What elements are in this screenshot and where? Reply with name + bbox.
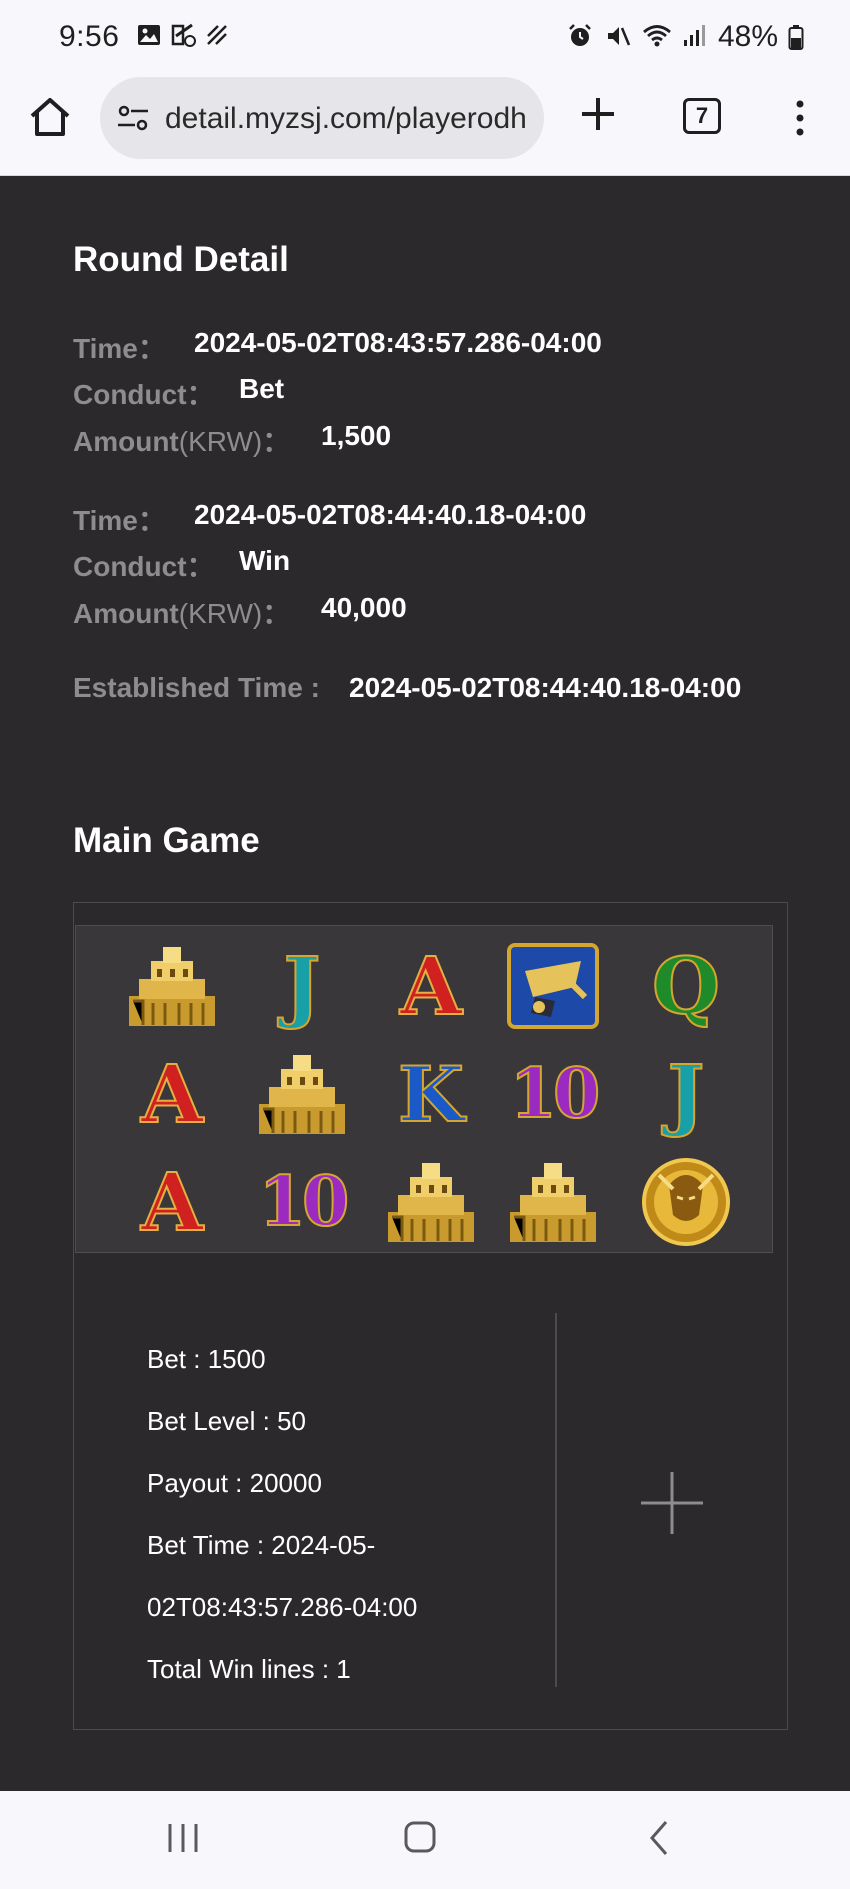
ten-symbol: 10 — [509, 1053, 602, 1135]
main-game-panel: J A Q A K 10 J A 10 Bet: 1500 Bet Level… — [73, 902, 788, 1730]
amount-unit: (KRW) — [178, 426, 263, 457]
total-win-lines-text: Total Win lines : 1 — [147, 1654, 351, 1684]
entry-2-conduct-row: Conduct： Win — [73, 545, 290, 585]
entry-2-amount-row: Amount(KRW)： 40,000 — [73, 592, 407, 632]
vertical-divider — [555, 1313, 557, 1687]
conduct-label: Conduct： — [73, 551, 215, 582]
site-settings-icon[interactable] — [116, 102, 150, 134]
k-symbol: K — [397, 1049, 465, 1140]
no-signal-icon — [204, 22, 230, 48]
new-tab-plus-icon[interactable] — [578, 94, 618, 134]
palace-symbol — [252, 1044, 352, 1144]
j-symbol: J — [283, 940, 322, 1033]
scatter-box-symbol — [503, 936, 603, 1036]
entry-1-amount-row: Amount(KRW)： 1,500 — [73, 420, 391, 460]
established-time-row: Established Time : 2024-05-02T08:44:40.1… — [73, 672, 741, 704]
time-label: Time： — [73, 505, 166, 536]
status-bar: 9:56 48% — [0, 0, 850, 72]
bet-time-text: Bet Time : 2024-05- — [147, 1530, 376, 1560]
url-text[interactable]: detail.myzsj.com/playerodh — [165, 102, 540, 136]
address-bar[interactable]: detail.myzsj.com/playerodh — [100, 77, 544, 159]
missed-call-icon — [170, 22, 196, 48]
conduct-label: Conduct： — [73, 379, 215, 410]
conduct-value: Bet — [239, 373, 285, 404]
palace-symbol — [122, 936, 222, 1036]
a-symbol: A — [140, 1154, 204, 1250]
bet-level-text: Bet Level : 50 — [147, 1406, 306, 1436]
q-symbol: Q — [651, 940, 721, 1033]
battery-icon — [788, 23, 804, 51]
conduct-value: Win — [239, 545, 291, 576]
entry-2-time-row: Time： 2024-05-02T08:44:40.18-04:00 — [73, 499, 586, 539]
tab-switcher-button[interactable]: 7 — [683, 98, 721, 134]
established-time-label: Established Time : — [73, 672, 320, 703]
more-menu-icon[interactable] — [790, 98, 810, 138]
a-symbol: A — [399, 938, 463, 1034]
entry-1-conduct-row: Conduct： Bet — [73, 373, 284, 413]
expand-plus-icon[interactable] — [639, 1470, 705, 1536]
gallery-icon — [136, 22, 162, 48]
system-nav-bar — [0, 1791, 850, 1889]
status-time: 9:56 — [59, 20, 120, 53]
amount-value: 40,000 — [321, 592, 407, 623]
ten-symbol: 10 — [258, 1161, 351, 1243]
amount-colon: ： — [262, 598, 291, 629]
time-value: 2024-05-02T08:43:57.286-04:00 — [194, 327, 602, 358]
signal-icon — [680, 23, 708, 51]
page-content: Round Detail Time： 2024-05-02T08:43:57.2… — [0, 177, 850, 1790]
bet-time-text-continued: 02T08:43:57.286-04:00 — [147, 1592, 418, 1622]
alarm-icon — [566, 23, 594, 51]
mute-icon — [604, 23, 632, 51]
amount-label: Amount — [73, 426, 179, 457]
main-game-title: Main Game — [73, 821, 260, 860]
round-detail-title: Round Detail — [73, 240, 289, 279]
entry-1-time-row: Time： 2024-05-02T08:43:57.286-04:00 — [73, 327, 602, 367]
a-symbol: A — [140, 1046, 204, 1142]
back-icon[interactable] — [648, 1819, 670, 1857]
home-icon[interactable] — [26, 94, 74, 142]
status-left-icons — [136, 22, 230, 48]
browser-toolbar: detail.myzsj.com/playerodh 7 — [0, 72, 850, 176]
amount-label: Amount — [73, 598, 179, 629]
amount-value: 1,500 — [321, 420, 392, 451]
wifi-icon — [642, 23, 671, 51]
battery-percent: 48% — [717, 20, 778, 53]
round-info: Bet : 1500 Bet Level : 50 Payout : 20000… — [147, 1328, 417, 1700]
established-time-value: 2024-05-02T08:44:40.18-04:00 — [349, 672, 742, 703]
nav-home-icon[interactable] — [403, 1820, 437, 1854]
recent-apps-icon[interactable] — [166, 1822, 200, 1854]
palace-symbol — [503, 1152, 603, 1252]
amount-colon: ： — [262, 426, 291, 457]
palace-symbol — [381, 1152, 481, 1252]
payout-text: Payout : 20000 — [147, 1468, 322, 1498]
time-label: Time： — [73, 333, 166, 364]
j-symbol: J — [667, 1048, 706, 1141]
warrior-symbol — [636, 1152, 736, 1252]
bet-text: Bet : 1500 — [147, 1344, 266, 1374]
time-value: 2024-05-02T08:44:40.18-04:00 — [194, 499, 587, 530]
status-right: 48% — [566, 20, 804, 54]
amount-unit: (KRW) — [178, 598, 263, 629]
reel-grid: J A Q A K 10 J A 10 — [75, 925, 773, 1253]
